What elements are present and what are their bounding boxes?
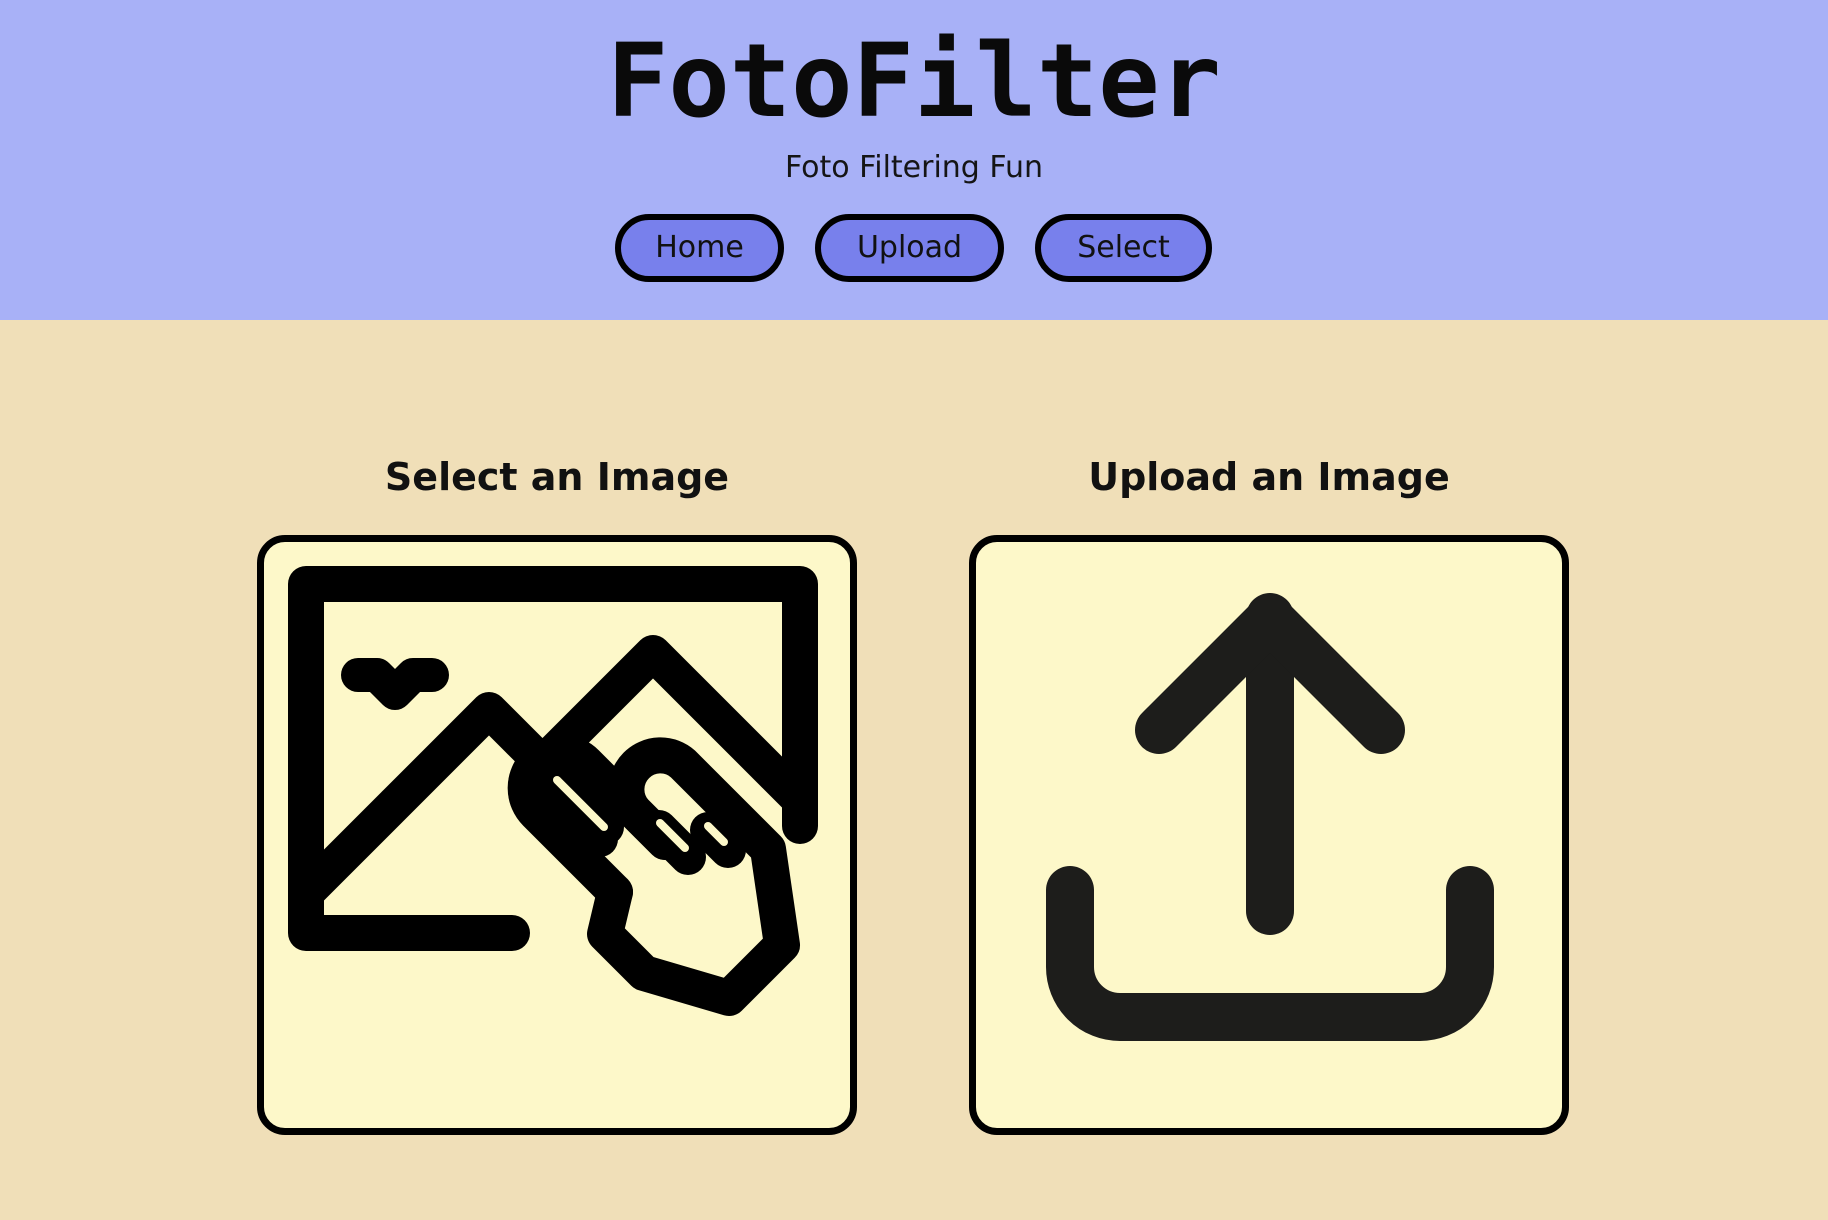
select-image-heading: Select an Image	[384, 455, 730, 499]
app-subtitle: Foto Filtering Fun	[784, 150, 1044, 185]
select-image-card[interactable]	[257, 535, 857, 1135]
nav-upload-button[interactable]: Upload	[815, 214, 1004, 282]
nav-home-button[interactable]: Home	[615, 214, 784, 282]
nav-select-button[interactable]: Select	[1035, 214, 1212, 282]
upload-image-card[interactable]	[969, 535, 1569, 1135]
image-select-hand-icon	[288, 566, 818, 1016]
upload-image-heading: Upload an Image	[1088, 455, 1450, 499]
site-header: FotoFilter Foto Filtering Fun Home Uploa…	[0, 0, 1828, 320]
upload-icon	[1046, 593, 1494, 1041]
app-title: FotoFilter	[606, 22, 1222, 141]
